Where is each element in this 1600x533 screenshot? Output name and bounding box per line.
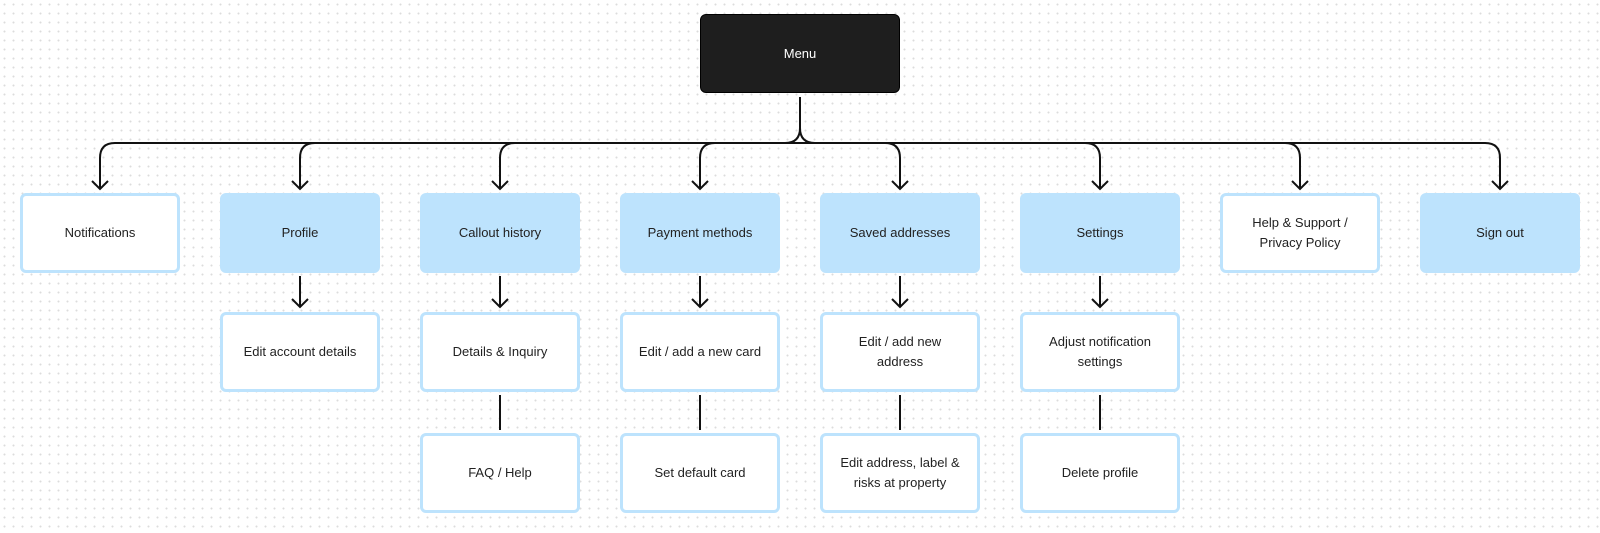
menu-item-node: Notifications (20, 193, 180, 273)
submenu-node: Edit / add a new card (620, 312, 780, 392)
node-label: Payment methods (647, 225, 753, 240)
submenu-node: Details & Inquiry (420, 312, 580, 392)
node-label: Edit account details (243, 344, 357, 359)
node-label: Edit address, label & risks at property (840, 455, 960, 490)
menu-item-node: Saved addresses (820, 193, 980, 273)
submenu-node: FAQ / Help (420, 433, 580, 513)
submenu-node: Edit / add new address (820, 312, 980, 392)
menu-node: Menu (700, 14, 900, 93)
node-label: Delete profile (1061, 465, 1139, 480)
submenu-node: Set default card (620, 433, 780, 513)
menu-item-node: Sign out (1420, 193, 1580, 273)
node-label: Help & Support / Privacy Policy (1252, 215, 1348, 250)
node-label: Edit / add new address (858, 334, 942, 369)
node-label: FAQ / Help (468, 465, 532, 480)
submenu-node: Adjust notification settings (1020, 312, 1180, 392)
submenu-node: Edit account details (220, 312, 380, 392)
node-label: Saved addresses (849, 225, 951, 240)
node-label: Notifications (64, 225, 136, 240)
menu-item-node: Help & Support / Privacy Policy (1220, 193, 1380, 273)
menu-item-node: Profile (220, 193, 380, 273)
menu-item-node: Settings (1020, 193, 1180, 273)
node-label: Settings (1076, 225, 1124, 240)
submenu-node: Edit address, label & risks at property (820, 433, 980, 513)
menu-item-node: Callout history (420, 193, 580, 273)
menu-trunk (784, 97, 816, 144)
node-label: Edit / add a new card (638, 344, 762, 359)
node-label: Set default card (654, 465, 746, 480)
node-label: Callout history (458, 225, 542, 240)
node-label: Details & Inquiry (452, 344, 548, 359)
menu-item-node: Payment methods (620, 193, 780, 273)
node-label: Sign out (1476, 225, 1524, 240)
menu-label: Menu (783, 45, 817, 61)
node-label: Adjust notification settings (1049, 334, 1151, 369)
submenu-node: Delete profile (1020, 433, 1180, 513)
node-label: Profile (281, 225, 319, 240)
